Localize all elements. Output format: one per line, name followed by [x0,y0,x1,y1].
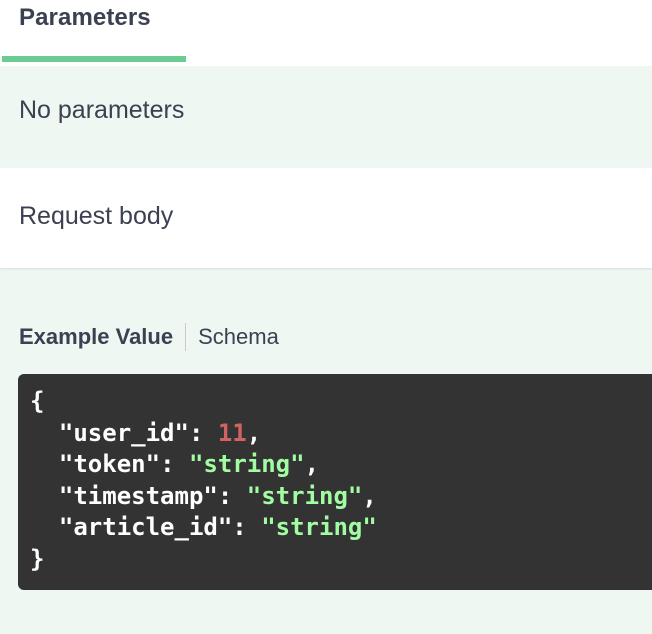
json-string-value: "string" [261,513,377,541]
no-parameters-message: No parameters [19,96,185,124]
json-string-value: "string" [188,450,305,478]
tab-schema[interactable]: Schema [198,323,279,351]
code-field-line: "timestamp": "string", [58,481,377,510]
code-field-line: "user_id": 11, [58,418,262,447]
json-key: "timestamp" [58,481,218,510]
request-body-title: Request body [19,202,174,230]
parameters-section: No parameters [0,66,652,168]
json-key: "article_id" [58,513,233,541]
json-number-value: 11 [217,418,247,447]
json-string-value: "string" [246,481,363,510]
json-key: "token" [58,450,161,478]
json-key: "user_id" [58,418,189,447]
code-field-line: "article_id": "string" [58,513,377,541]
tab-example-value[interactable]: Example Value [19,323,173,351]
model-tabs: Example Value Schema [19,322,279,352]
code-open-brace: { [30,387,45,415]
tab-parameters[interactable]: Parameters [2,0,186,62]
tab-divider [185,323,187,351]
code-field-line: "token": "string", [58,450,320,478]
request-body-header: Request body [0,168,652,268]
active-tab-indicator [2,56,186,62]
example-value-code-block[interactable]: { "user_id": 11, "token": "string", "tim… [18,374,652,590]
swagger-operation-panel: Parameters No parameters Request body Ex… [0,0,652,634]
code-close-brace: } [30,544,45,573]
parameters-header: Parameters [0,0,652,66]
tab-parameters-label: Parameters [19,4,151,31]
